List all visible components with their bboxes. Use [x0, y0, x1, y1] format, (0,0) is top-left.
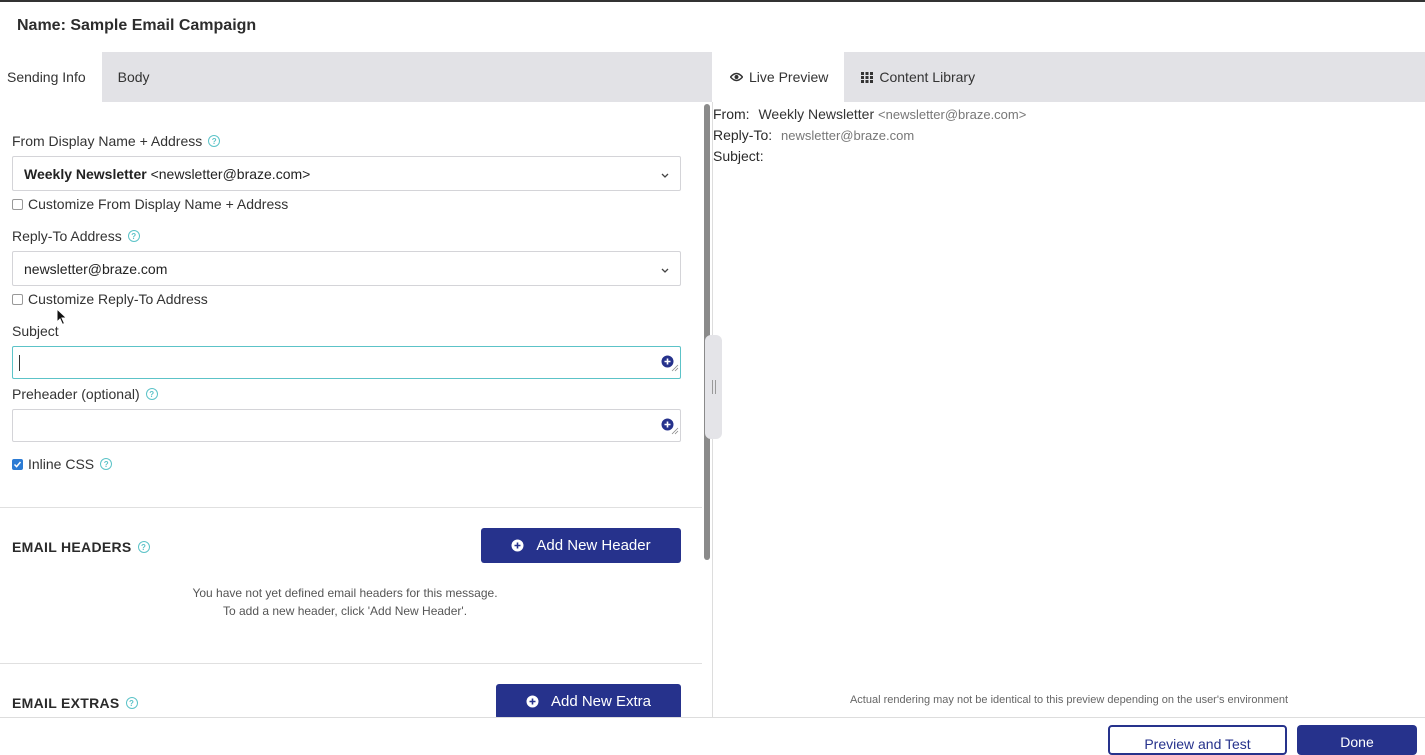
customize-reply-label: Customize Reply-To Address [28, 291, 208, 307]
from-label-text: From Display Name + Address [12, 133, 203, 149]
help-icon[interactable]: ? [145, 388, 158, 400]
help-icon[interactable]: ? [137, 541, 150, 553]
preheader-label: Preheader (optional) ? [12, 386, 158, 402]
from-select-name: Weekly Newsletter [24, 165, 147, 182]
grid-icon [861, 71, 874, 83]
chevron-down-icon [660, 262, 670, 278]
preview-and-test-button[interactable]: Preview and Test [1108, 725, 1287, 755]
tab-live-preview-label: Live Preview [749, 69, 829, 85]
page-title: Name: Sample Email Campaign [17, 17, 257, 34]
preheader-input[interactable] [12, 409, 681, 442]
reply-select-value: newsletter@braze.com [24, 260, 168, 277]
customize-from-checkbox[interactable] [12, 198, 23, 210]
left-tab-bar: Sending Info Body [0, 52, 712, 102]
from-select-address: <newsletter@braze.com> [146, 165, 311, 182]
resize-handle-icon[interactable] [671, 422, 679, 440]
help-icon[interactable]: ? [125, 697, 138, 709]
headers-empty-line2: To add a new header, click 'Add New Head… [222, 604, 468, 618]
section-divider [0, 663, 702, 664]
eye-icon [730, 72, 743, 82]
text-caret [19, 355, 20, 371]
subject-input[interactable] [12, 346, 681, 379]
inline-css-row: Inline CSS ? [12, 456, 113, 472]
add-new-extra-button[interactable]: Add New Extra [496, 684, 681, 717]
done-button[interactable]: Done [1297, 725, 1417, 755]
preview-subject-key: Subject: [713, 148, 764, 164]
plus-circle-icon [526, 695, 539, 708]
email-headers-title: EMAIL HEADERS ? [12, 539, 150, 555]
section-divider [0, 507, 702, 508]
preview-reply-value: newsletter@braze.com [781, 128, 915, 143]
customize-reply-row: Customize Reply-To Address [12, 291, 208, 307]
inline-css-checkbox[interactable] [12, 458, 23, 470]
plus-circle-icon [511, 539, 524, 552]
tab-live-preview[interactable]: Live Preview [713, 52, 845, 102]
customize-from-row: Customize From Display Name + Address [12, 196, 288, 212]
chevron-down-icon [660, 167, 670, 183]
panel-resize-handle[interactable] [705, 335, 722, 439]
email-extras-title-text: EMAIL EXTRAS [12, 695, 120, 711]
reply-select[interactable]: newsletter@braze.com [12, 251, 681, 286]
add-new-header-label: Add New Header [536, 537, 651, 554]
customize-from-label: Customize From Display Name + Address [28, 196, 289, 212]
sending-info-panel: From Display Name + Address ? Weekly New… [0, 102, 702, 717]
preheader-label-text: Preheader (optional) [12, 386, 140, 402]
headers-empty-message: You have not yet defined email headers f… [0, 584, 690, 620]
preview-reply-row: Reply-To: newsletter@braze.com [713, 125, 1026, 146]
form-scrollbar[interactable] [704, 104, 710, 560]
from-label: From Display Name + Address ? [12, 133, 221, 149]
preview-from-address: <newsletter@braze.com> [878, 107, 1027, 122]
email-extras-title: EMAIL EXTRAS ? [12, 695, 138, 711]
tab-content-library[interactable]: Content Library [844, 52, 991, 102]
headers-empty-line1: You have not yet defined email headers f… [192, 586, 498, 600]
preview-from-row: From: Weekly Newsletter <newsletter@braz… [713, 104, 1026, 125]
help-icon[interactable]: ? [208, 135, 221, 147]
inline-css-label: Inline CSS [28, 456, 95, 472]
tab-sending-info[interactable]: Sending Info [0, 52, 102, 102]
tab-content-library-label: Content Library [879, 69, 976, 85]
reply-label-text: Reply-To Address [12, 228, 122, 244]
preview-subject-row: Subject: [713, 146, 1026, 166]
preview-from-key: From: [713, 106, 750, 122]
help-icon[interactable]: ? [127, 230, 140, 242]
reply-label: Reply-To Address ? [12, 228, 140, 244]
tab-body[interactable]: Body [102, 52, 166, 102]
customize-reply-checkbox[interactable] [12, 293, 23, 305]
preview-from-name: Weekly Newsletter [758, 106, 875, 122]
resize-handle-icon[interactable] [671, 359, 679, 377]
preview-reply-key: Reply-To: [713, 127, 773, 143]
email-preview-header: From: Weekly Newsletter <newsletter@braz… [713, 104, 1026, 166]
window-top-border [0, 0, 1425, 2]
from-select[interactable]: Weekly Newsletter <newsletter@braze.com> [12, 156, 681, 191]
preview-disclaimer: Actual rendering may not be identical to… [849, 694, 1289, 706]
mouse-cursor-icon [56, 307, 68, 331]
add-new-header-button[interactable]: Add New Header [481, 528, 681, 563]
subject-label: Subject [12, 323, 59, 339]
right-tab-bar: Live Preview Content Library [713, 52, 1425, 102]
add-new-extra-label: Add New Extra [550, 693, 652, 710]
help-icon[interactable]: ? [100, 458, 113, 470]
email-headers-title-text: EMAIL HEADERS [12, 539, 132, 555]
